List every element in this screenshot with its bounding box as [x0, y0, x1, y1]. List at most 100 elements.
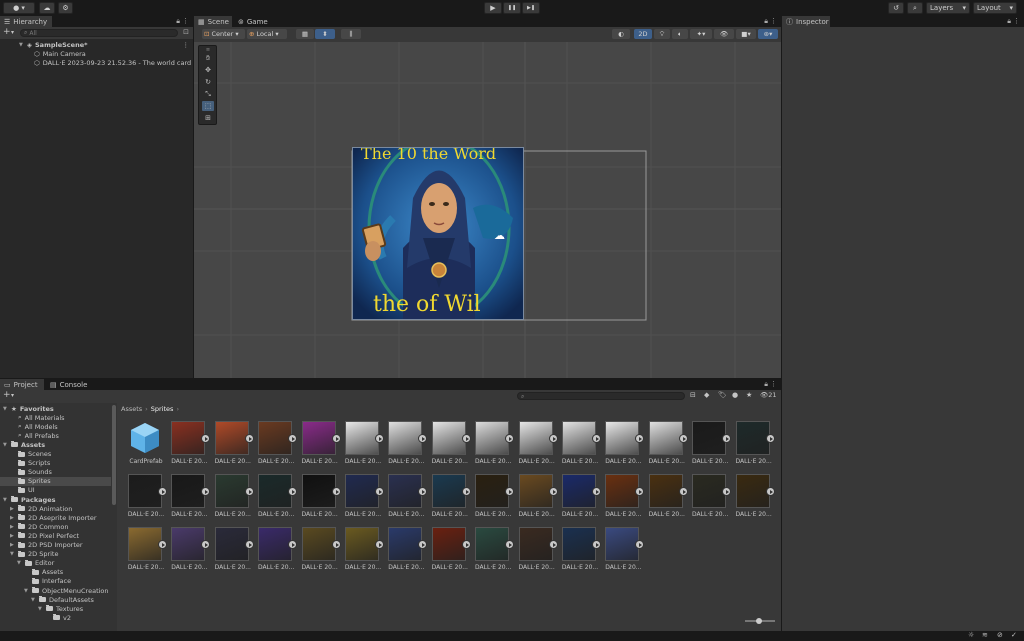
- expand-sprite-icon[interactable]: [635, 434, 645, 443]
- bug-icon[interactable]: ☼: [968, 631, 974, 639]
- hidden-packages-toggle[interactable]: 👁︎21: [760, 391, 777, 399]
- history-button[interactable]: ↺: [888, 2, 904, 14]
- tab-console[interactable]: ▤ Console: [46, 379, 90, 390]
- asset-item[interactable]: DALL·E 20...: [388, 421, 430, 469]
- expand-sprite-icon[interactable]: [375, 434, 384, 443]
- expand-sprite-icon[interactable]: [288, 540, 298, 549]
- more-menu-icon[interactable]: ⋮: [770, 380, 777, 388]
- expand-sprite-icon[interactable]: [548, 487, 558, 496]
- asset-item-prefab[interactable]: CardPrefab: [128, 421, 170, 469]
- drag-handle[interactable]: ≡: [202, 47, 214, 53]
- hierarchy-item-main-camera[interactable]: ⬡ Main Camera: [34, 49, 193, 58]
- chevron-down-icon[interactable]: ▾: [11, 392, 14, 399]
- asset-item[interactable]: DALL·E 20...: [345, 527, 387, 575]
- expand-sprite-icon[interactable]: [505, 540, 515, 549]
- tree-item[interactable]: ▼ Editor: [0, 559, 111, 568]
- expand-sprite-icon[interactable]: [331, 540, 341, 549]
- step-button[interactable]: ▶❚: [522, 2, 540, 14]
- expand-sprite-icon[interactable]: [678, 487, 688, 496]
- lock-icon[interactable]: 🔒︎: [764, 17, 768, 26]
- expand-sprite-icon[interactable]: [505, 487, 515, 496]
- layout-dropdown[interactable]: Layout ▾: [973, 2, 1017, 14]
- play-button[interactable]: ▶: [484, 2, 502, 14]
- effects-dropdown[interactable]: ✦▾: [690, 29, 712, 39]
- asset-item[interactable]: DALL·E 20...: [388, 474, 430, 522]
- tree-item[interactable]: Interface: [0, 577, 111, 586]
- tree-item[interactable]: ▼ ★ Favorites: [0, 404, 111, 413]
- collapse-arrow-icon[interactable]: ▶: [10, 533, 18, 539]
- tree-item[interactable]: ▶ 2D PSD Importer: [0, 541, 111, 550]
- expand-arrow-icon[interactable]: ▼: [3, 406, 11, 412]
- chevron-down-icon[interactable]: ▾: [11, 29, 14, 36]
- lighting-button[interactable]: 💡︎: [654, 29, 670, 39]
- no-sync-icon[interactable]: ⊘: [997, 631, 1003, 639]
- label-filter-icon[interactable]: 🏷︎: [718, 391, 727, 399]
- layers-dropdown[interactable]: Layers ▾: [926, 2, 970, 14]
- expand-sprite-icon[interactable]: [548, 540, 558, 549]
- expand-arrow-icon[interactable]: ▼: [10, 551, 18, 557]
- asset-item[interactable]: DALL·E 20...: [258, 527, 300, 575]
- expand-sprite-icon[interactable]: [288, 487, 298, 496]
- tree-item[interactable]: ▶ 2D Common: [0, 522, 111, 531]
- more-menu-icon[interactable]: ⋮: [1013, 17, 1020, 25]
- asset-item[interactable]: DALL·E 20...: [345, 474, 387, 522]
- asset-item[interactable]: DALL·E 20...: [345, 421, 387, 469]
- grid-snap-button[interactable]: ▦: [296, 29, 314, 39]
- tree-item[interactable]: ⌕ All Prefabs: [0, 431, 111, 440]
- tree-scrollbar[interactable]: [112, 405, 116, 505]
- expand-sprite-icon[interactable]: [244, 540, 254, 549]
- tab-inspector[interactable]: ⓘ Inspector: [782, 16, 830, 27]
- asset-item[interactable]: DALL·E 20...: [215, 421, 257, 469]
- expand-sprite-icon[interactable]: [592, 540, 601, 549]
- tree-item[interactable]: Assets: [0, 568, 111, 577]
- cloud-button[interactable]: ☁: [39, 2, 55, 14]
- tree-item[interactable]: Scripts: [0, 459, 111, 468]
- expand-arrow-icon[interactable]: ▼: [24, 588, 32, 594]
- tree-item[interactable]: ▼ DefaultAssets: [0, 595, 111, 604]
- asset-item[interactable]: DALL·E 20...: [475, 474, 517, 522]
- tree-item[interactable]: Sounds: [0, 468, 111, 477]
- tab-game[interactable]: ⊚ Game: [234, 16, 274, 27]
- expand-sprite-icon[interactable]: [461, 487, 471, 496]
- tree-item[interactable]: UI: [0, 486, 111, 495]
- expand-sprite-icon[interactable]: [244, 487, 254, 496]
- expand-sprite-icon[interactable]: [158, 487, 167, 496]
- more-menu-icon[interactable]: ⋮: [183, 41, 190, 49]
- asset-item[interactable]: DALL·E 20...: [215, 527, 257, 575]
- search-filter-icon[interactable]: ⊡: [183, 28, 189, 36]
- expand-sprite-icon[interactable]: [722, 434, 732, 443]
- tree-item[interactable]: ⌕ All Models: [0, 422, 111, 431]
- expand-sprite-icon[interactable]: [505, 434, 515, 443]
- expand-sprite-icon[interactable]: [418, 487, 428, 496]
- asset-item[interactable]: DALL·E 20...: [649, 474, 691, 522]
- hierarchy-search-input[interactable]: ⌕ All: [20, 29, 178, 37]
- hidden-objects-button[interactable]: 👁︎: [714, 29, 734, 39]
- expand-arrow-icon[interactable]: ▼: [3, 497, 11, 503]
- tree-item[interactable]: ▼ Packages: [0, 495, 111, 504]
- tree-item[interactable]: Sprites: [0, 476, 111, 486]
- tab-hierarchy[interactable]: ☰ Hierarchy: [0, 16, 52, 27]
- log-type-icon[interactable]: ●: [732, 391, 738, 399]
- search-button[interactable]: ⌕: [907, 2, 923, 14]
- expand-sprite-icon[interactable]: [765, 434, 775, 443]
- increment-snap-button[interactable]: ⬍: [315, 29, 335, 39]
- asset-item[interactable]: DALL·E 20...: [301, 527, 344, 575]
- asset-item[interactable]: DALL·E 20...: [388, 527, 430, 575]
- tree-item[interactable]: ▶ 2D Pixel Perfect: [0, 531, 111, 540]
- expand-sprite-icon[interactable]: [722, 487, 732, 496]
- tree-item[interactable]: Scenes: [0, 450, 111, 459]
- account-dropdown[interactable]: ● ▾: [3, 2, 35, 14]
- tree-item[interactable]: ▼ Textures: [0, 604, 111, 613]
- expand-sprite-icon[interactable]: [201, 540, 211, 549]
- add-icon[interactable]: +: [3, 27, 11, 37]
- expand-arrow-icon[interactable]: ▼: [17, 560, 25, 566]
- tree-item[interactable]: ▼ ObjectMenuCreation: [0, 586, 111, 595]
- asset-item[interactable]: DALL·E 20...: [649, 421, 691, 469]
- tree-item[interactable]: ▶ 2D Animation: [0, 504, 111, 513]
- gizmos-dropdown[interactable]: ⊛▾: [758, 29, 778, 39]
- collapse-arrow-icon[interactable]: ▶: [10, 542, 18, 548]
- expand-sprite-icon[interactable]: [635, 540, 645, 549]
- tree-item[interactable]: ⌕ All Materials: [0, 413, 111, 422]
- expand-sprite-icon[interactable]: [331, 487, 341, 496]
- collapse-arrow-icon[interactable]: ▶: [10, 515, 18, 521]
